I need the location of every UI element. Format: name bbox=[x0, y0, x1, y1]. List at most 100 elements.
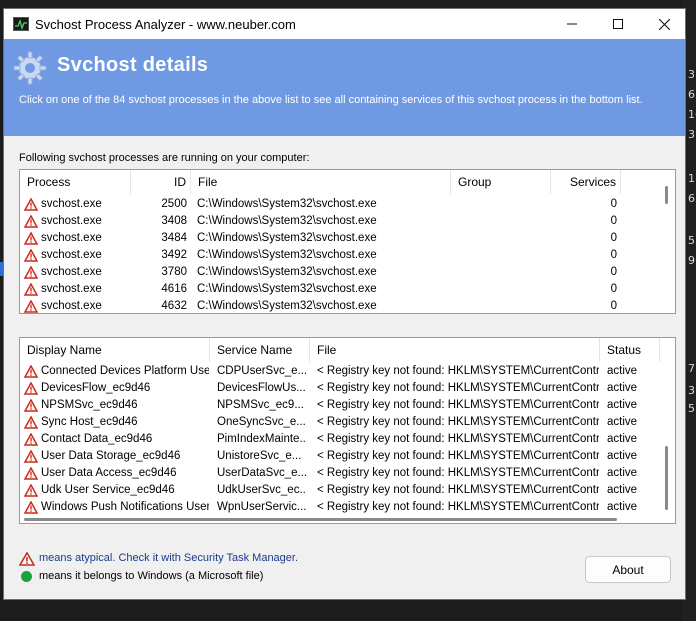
warning-icon bbox=[24, 450, 38, 463]
process-row[interactable]: svchost.exe 3492 C:\Windows\System32\svcho… bbox=[20, 247, 675, 264]
header-description: Click on one of the 84 svchost processes… bbox=[19, 94, 643, 106]
service-name: DevicesFlowUs... bbox=[217, 382, 306, 394]
legend-atypical: means atypical. Check it with Security T… bbox=[19, 552, 419, 568]
close-icon bbox=[658, 18, 670, 30]
title-bar: Svchost Process Analyzer - www.neuber.co… bbox=[4, 9, 685, 39]
service-name: WpnUserServic... bbox=[217, 501, 307, 513]
process-list[interactable]: Process ID File Group Services svchost.e… bbox=[19, 169, 676, 314]
process-group bbox=[457, 213, 547, 230]
process-services-count: 0 bbox=[610, 283, 617, 295]
column-service-file[interactable]: File bbox=[310, 338, 600, 362]
service-row[interactable]: Windows Push Notifications User... WpnUse… bbox=[20, 499, 675, 516]
warning-icon bbox=[24, 433, 38, 446]
service-row[interactable]: User Data Access_ec9d46 UserDataSvc_e... <… bbox=[20, 465, 675, 482]
maximize-button[interactable] bbox=[595, 9, 641, 39]
services-list[interactable]: Display Name Service Name File Status Co… bbox=[19, 337, 676, 524]
warning-icon bbox=[24, 232, 38, 245]
process-name: svchost.exe bbox=[41, 198, 102, 210]
warning-icon bbox=[24, 399, 38, 412]
column-status[interactable]: Status bbox=[600, 338, 660, 362]
warning-icon bbox=[24, 467, 38, 480]
service-status: active bbox=[607, 399, 638, 411]
background-digit: 7 bbox=[688, 362, 695, 375]
services-horizontal-scrollbar[interactable] bbox=[24, 518, 617, 521]
service-row[interactable]: Contact Data_ec9d46 PimIndexMainte... < Re… bbox=[20, 431, 675, 448]
about-button[interactable]: About bbox=[585, 556, 671, 583]
process-row[interactable]: svchost.exe 4632 C:\Windows\System32\svcho… bbox=[20, 298, 675, 313]
background-digit: 1 bbox=[688, 172, 695, 185]
process-services-count: 0 bbox=[610, 215, 617, 227]
background-digit: 9 bbox=[688, 254, 695, 267]
column-display-name[interactable]: Display Name bbox=[20, 338, 210, 362]
service-file: < Registry key not found: HKLM\SYSTEM\Cu… bbox=[317, 365, 599, 377]
column-service-name[interactable]: Service Name bbox=[210, 338, 310, 362]
process-id: 3492 bbox=[161, 249, 187, 261]
process-file: C:\Windows\System32\svchost.exe bbox=[197, 215, 377, 227]
services-vertical-scrollbar[interactable] bbox=[665, 446, 668, 510]
column-file[interactable]: File bbox=[191, 170, 451, 194]
warning-icon bbox=[24, 484, 38, 497]
process-file: C:\Windows\System32\svchost.exe bbox=[197, 198, 377, 210]
process-group bbox=[457, 264, 547, 281]
background-digit: 5 bbox=[688, 402, 695, 415]
warning-icon bbox=[24, 300, 38, 313]
gear-icon bbox=[13, 51, 47, 85]
service-status: active bbox=[607, 484, 638, 496]
process-name: svchost.exe bbox=[41, 249, 102, 261]
process-group bbox=[457, 298, 547, 313]
service-display-name: Connected Devices Platform Use... bbox=[41, 365, 209, 377]
process-list-scrollbar[interactable] bbox=[665, 186, 668, 204]
service-row[interactable]: Sync Host_ec9d46 OneSyncSvc_e... < Registr… bbox=[20, 414, 675, 431]
process-group bbox=[457, 230, 547, 247]
service-status: active bbox=[607, 450, 638, 462]
service-status: active bbox=[607, 365, 638, 377]
process-services-count: 0 bbox=[610, 198, 617, 210]
service-file: < Registry key not found: HKLM\SYSTEM\Cu… bbox=[317, 382, 599, 394]
service-row[interactable]: DevicesFlow_ec9d46 DevicesFlowUs... < Regi… bbox=[20, 380, 675, 397]
process-row[interactable]: svchost.exe 2500 C:\Windows\System32\svcho… bbox=[20, 196, 675, 213]
process-row[interactable]: svchost.exe 3780 C:\Windows\System32\svcho… bbox=[20, 264, 675, 281]
process-row[interactable]: svchost.exe 3484 C:\Windows\System32\svcho… bbox=[20, 230, 675, 247]
minimize-button[interactable] bbox=[549, 9, 595, 39]
service-row[interactable]: Connected Devices Platform Use... CDPUser… bbox=[20, 363, 675, 380]
process-row[interactable]: svchost.exe 3408 C:\Windows\System32\svcho… bbox=[20, 213, 675, 230]
header-title: Svchost details bbox=[57, 54, 209, 76]
process-name: svchost.exe bbox=[41, 283, 102, 295]
service-file: < Registry key not found: HKLM\SYSTEM\Cu… bbox=[317, 484, 599, 496]
process-id: 3780 bbox=[161, 266, 187, 278]
service-file: < Registry key not found: HKLM\SYSTEM\Cu… bbox=[317, 467, 599, 479]
service-name: NPSMSvc_ec9... bbox=[217, 399, 304, 411]
process-id: 3408 bbox=[161, 215, 187, 227]
process-id: 4632 bbox=[161, 300, 187, 312]
service-row[interactable]: NPSMSvc_ec9d46 NPSMSvc_ec9... < Registry k… bbox=[20, 397, 675, 414]
service-status: active bbox=[607, 433, 638, 445]
process-row[interactable]: svchost.exe 4616 C:\Windows\System32\svcho… bbox=[20, 281, 675, 298]
column-services[interactable]: Services bbox=[551, 170, 621, 194]
service-row[interactable]: Udk User Service_ec9d46 UdkUserSvc_ec... <… bbox=[20, 482, 675, 499]
column-process[interactable]: Process bbox=[20, 170, 131, 194]
service-display-name: NPSMSvc_ec9d46 bbox=[41, 399, 138, 411]
service-status: active bbox=[607, 382, 638, 394]
close-button[interactable] bbox=[641, 9, 685, 39]
warning-icon bbox=[24, 249, 38, 262]
service-name: PimIndexMainte... bbox=[217, 433, 307, 445]
details-header: Svchost details Click on one of the 84 s… bbox=[4, 39, 685, 136]
background-digit: 3 bbox=[688, 68, 695, 81]
service-display-name: User Data Access_ec9d46 bbox=[41, 467, 177, 479]
background-digit: 3 bbox=[688, 128, 695, 141]
service-file: < Registry key not found: HKLM\SYSTEM\Cu… bbox=[317, 501, 599, 513]
service-display-name: Sync Host_ec9d46 bbox=[41, 416, 138, 428]
process-services-count: 0 bbox=[610, 249, 617, 261]
warning-icon bbox=[24, 266, 38, 279]
warning-icon bbox=[19, 552, 35, 566]
service-name: UdkUserSvc_ec... bbox=[217, 484, 307, 496]
process-group bbox=[457, 281, 547, 298]
column-id[interactable]: ID bbox=[131, 170, 191, 194]
column-group[interactable]: Group bbox=[451, 170, 551, 194]
background-digit: 55 bbox=[688, 234, 696, 247]
service-row[interactable]: User Data Storage_ec9d46 UnistoreSvc_e...… bbox=[20, 448, 675, 465]
legend-windows: means it belongs to Windows (a Microsoft… bbox=[19, 570, 419, 586]
service-display-name: Contact Data_ec9d46 bbox=[41, 433, 153, 445]
process-services-count: 0 bbox=[610, 266, 617, 278]
process-list-header: Process ID File Group Services bbox=[20, 170, 675, 194]
